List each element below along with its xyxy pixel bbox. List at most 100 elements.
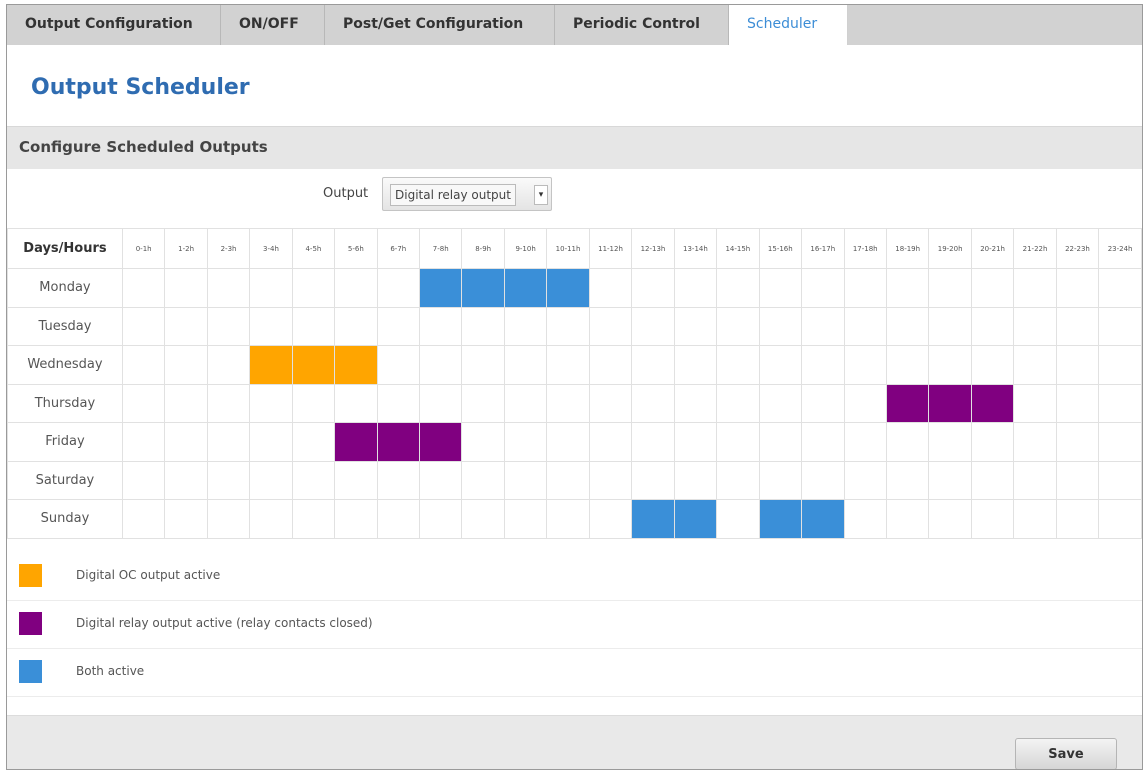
schedule-cell[interactable] xyxy=(376,422,421,462)
schedule-cell[interactable] xyxy=(249,268,293,308)
schedule-cell[interactable] xyxy=(631,306,675,346)
schedule-cell[interactable] xyxy=(1098,460,1142,500)
schedule-cell[interactable] xyxy=(928,499,972,539)
schedule-cell[interactable] xyxy=(1098,422,1142,462)
schedule-cell[interactable] xyxy=(249,460,293,500)
schedule-cell[interactable] xyxy=(843,306,887,346)
schedule-cell[interactable] xyxy=(206,306,251,346)
schedule-cell[interactable] xyxy=(164,383,208,423)
schedule-cell[interactable] xyxy=(164,268,208,308)
schedule-cell[interactable] xyxy=(588,306,633,346)
schedule-cell[interactable] xyxy=(121,460,166,500)
schedule-cell[interactable] xyxy=(1013,499,1057,539)
schedule-cell[interactable] xyxy=(716,499,760,539)
schedule-cell[interactable] xyxy=(503,306,548,346)
schedule-cell[interactable] xyxy=(843,268,887,308)
schedule-cell[interactable] xyxy=(1055,306,1100,346)
schedule-cell[interactable] xyxy=(418,499,463,539)
schedule-cell[interactable] xyxy=(334,345,378,385)
schedule-cell[interactable] xyxy=(164,422,208,462)
schedule-cell[interactable] xyxy=(843,383,887,423)
schedule-cell[interactable] xyxy=(970,268,1015,308)
schedule-cell[interactable] xyxy=(588,499,633,539)
schedule-cell[interactable] xyxy=(1013,422,1057,462)
schedule-cell[interactable] xyxy=(1098,345,1142,385)
schedule-cell[interactable] xyxy=(546,422,590,462)
schedule-cell[interactable] xyxy=(970,460,1015,500)
schedule-cell[interactable] xyxy=(885,422,930,462)
schedule-cell[interactable] xyxy=(206,422,251,462)
schedule-cell[interactable] xyxy=(1055,422,1100,462)
schedule-cell[interactable] xyxy=(716,422,760,462)
schedule-cell[interactable] xyxy=(970,499,1015,539)
schedule-cell[interactable] xyxy=(121,422,166,462)
schedule-cell[interactable] xyxy=(758,306,803,346)
schedule-cell[interactable] xyxy=(1013,268,1057,308)
schedule-cell[interactable] xyxy=(418,306,463,346)
schedule-cell[interactable] xyxy=(631,268,675,308)
schedule-cell[interactable] xyxy=(928,383,972,423)
schedule-cell[interactable] xyxy=(164,499,208,539)
schedule-cell[interactable] xyxy=(418,460,463,500)
schedule-cell[interactable] xyxy=(588,383,633,423)
schedule-cell[interactable] xyxy=(758,499,803,539)
schedule-cell[interactable] xyxy=(376,383,421,423)
schedule-cell[interactable] xyxy=(758,422,803,462)
schedule-cell[interactable] xyxy=(1055,460,1100,500)
tab-periodic-control[interactable]: Periodic Control xyxy=(555,5,729,45)
schedule-cell[interactable] xyxy=(249,345,293,385)
schedule-cell[interactable] xyxy=(843,345,887,385)
schedule-cell[interactable] xyxy=(418,268,463,308)
schedule-cell[interactable] xyxy=(121,499,166,539)
schedule-cell[interactable] xyxy=(546,306,590,346)
schedule-cell[interactable] xyxy=(164,460,208,500)
schedule-cell[interactable] xyxy=(1098,268,1142,308)
schedule-cell[interactable] xyxy=(801,499,845,539)
schedule-cell[interactable] xyxy=(928,268,972,308)
schedule-cell[interactable] xyxy=(673,460,718,500)
schedule-cell[interactable] xyxy=(716,460,760,500)
schedule-cell[interactable] xyxy=(418,422,463,462)
schedule-cell[interactable] xyxy=(673,499,718,539)
schedule-cell[interactable] xyxy=(376,306,421,346)
schedule-cell[interactable] xyxy=(461,345,505,385)
schedule-cell[interactable] xyxy=(716,306,760,346)
schedule-cell[interactable] xyxy=(758,345,803,385)
schedule-cell[interactable] xyxy=(376,460,421,500)
schedule-cell[interactable] xyxy=(928,306,972,346)
schedule-cell[interactable] xyxy=(249,306,293,346)
schedule-cell[interactable] xyxy=(716,268,760,308)
schedule-cell[interactable] xyxy=(673,268,718,308)
schedule-cell[interactable] xyxy=(631,422,675,462)
schedule-cell[interactable] xyxy=(206,460,251,500)
schedule-cell[interactable] xyxy=(885,268,930,308)
schedule-cell[interactable] xyxy=(970,422,1015,462)
output-select[interactable]: Digital relay output ▾ xyxy=(382,177,552,211)
schedule-cell[interactable] xyxy=(1013,383,1057,423)
schedule-cell[interactable] xyxy=(1098,306,1142,346)
schedule-cell[interactable] xyxy=(461,306,505,346)
schedule-cell[interactable] xyxy=(291,383,336,423)
schedule-cell[interactable] xyxy=(418,345,463,385)
schedule-cell[interactable] xyxy=(291,460,336,500)
schedule-cell[interactable] xyxy=(928,422,972,462)
schedule-cell[interactable] xyxy=(1055,345,1100,385)
schedule-cell[interactable] xyxy=(843,422,887,462)
schedule-cell[interactable] xyxy=(588,268,633,308)
schedule-cell[interactable] xyxy=(673,422,718,462)
schedule-cell[interactable] xyxy=(588,422,633,462)
schedule-cell[interactable] xyxy=(1055,383,1100,423)
tab-output-configuration[interactable]: Output Configuration xyxy=(7,5,221,45)
schedule-cell[interactable] xyxy=(121,306,166,346)
schedule-cell[interactable] xyxy=(206,268,251,308)
schedule-cell[interactable] xyxy=(121,345,166,385)
schedule-cell[interactable] xyxy=(885,499,930,539)
schedule-cell[interactable] xyxy=(970,345,1015,385)
schedule-cell[interactable] xyxy=(801,306,845,346)
tab-post-get-configuration[interactable]: Post/Get Configuration xyxy=(325,5,555,45)
schedule-cell[interactable] xyxy=(376,268,421,308)
schedule-cell[interactable] xyxy=(970,306,1015,346)
tab-scheduler[interactable]: Scheduler xyxy=(729,5,848,45)
schedule-cell[interactable] xyxy=(673,306,718,346)
schedule-cell[interactable] xyxy=(588,460,633,500)
